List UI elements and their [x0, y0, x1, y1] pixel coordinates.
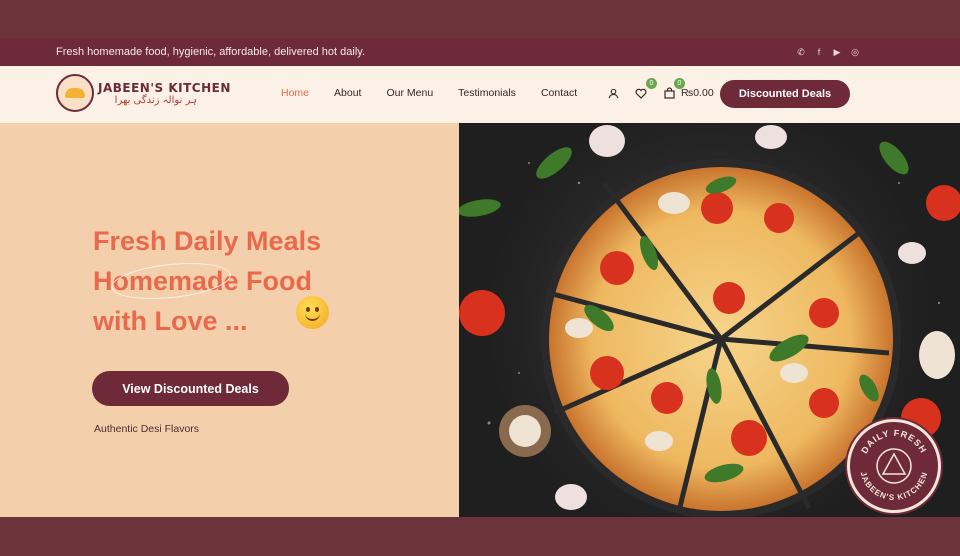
- svg-text:DAILY FRESH: DAILY FRESH: [859, 428, 929, 455]
- cart-count-badge: 0: [674, 78, 685, 89]
- hero-note: Authentic Desi Flavors: [94, 423, 200, 435]
- header-actions: 0 0 ₨0.00: [606, 78, 714, 100]
- wishlist-button[interactable]: 0: [634, 78, 657, 100]
- view-discounted-deals-button[interactable]: View Discounted Deals: [92, 371, 289, 406]
- youtube-icon[interactable]: ▶: [832, 47, 842, 57]
- instagram-icon[interactable]: ◎: [850, 47, 860, 57]
- stamp-bottom-text: JABEEN'S KITCHEN: [859, 471, 929, 503]
- top-announcement-bar: Fresh homemade food, hygienic, affordabl…: [0, 38, 960, 66]
- wishlist-count-badge: 0: [646, 78, 657, 89]
- stamp-top-text: DAILY FRESH: [859, 428, 928, 455]
- shopping-bag-icon: [663, 87, 675, 99]
- nav-about[interactable]: About: [334, 87, 361, 99]
- cart-button[interactable]: 0: [662, 78, 685, 100]
- stamp-artwork: DAILY FRESH JABEEN'S KITCHEN: [859, 428, 930, 503]
- hero-heading-line-1: Fresh Daily Meals: [93, 226, 322, 256]
- svg-text:JABEEN'S KITCHEN: JABEEN'S KITCHEN: [859, 471, 930, 503]
- daily-fresh-stamp: DAILY FRESH JABEEN'S KITCHEN: [847, 419, 941, 513]
- hero-pizza-image: DAILY FRESH JABEEN'S KITCHEN: [459, 123, 960, 517]
- nav-contact[interactable]: Contact: [541, 87, 577, 99]
- account-button[interactable]: [606, 86, 620, 100]
- main-navbar: JABEEN'S KITCHEN ہر نوالہ زندگی بھرا Hom…: [0, 66, 960, 123]
- hero-heading-line-3: with Love ...: [93, 306, 248, 336]
- discounted-deals-button[interactable]: Discounted Deals: [720, 80, 850, 108]
- nav-home[interactable]: Home: [281, 87, 309, 99]
- user-icon: [608, 88, 618, 98]
- hero-heading: Fresh Daily Meals Homemade Food with Lov…: [93, 221, 321, 341]
- cart-total[interactable]: ₨0.00: [681, 87, 714, 99]
- bottom-band: [0, 517, 960, 556]
- brand-name: JABEEN'S KITCHEN: [98, 80, 231, 95]
- site-logo[interactable]: JABEEN'S KITCHEN ہر نوالہ زندگی بھرا: [56, 74, 231, 112]
- facebook-icon[interactable]: f: [814, 47, 824, 57]
- whatsapp-icon[interactable]: ✆: [796, 47, 806, 57]
- nav-testimonials[interactable]: Testimonials: [458, 87, 516, 99]
- pizza-slice-icon: [881, 452, 907, 475]
- announcement-text: Fresh homemade food, hygienic, affordabl…: [56, 46, 365, 58]
- primary-nav: Home About Our Menu Testimonials Contact: [281, 87, 602, 99]
- brand-tagline-urdu: ہر نوالہ زندگی بھرا: [114, 94, 197, 106]
- nav-our-menu[interactable]: Our Menu: [386, 87, 433, 99]
- hero-text-panel: Fresh Daily Meals Homemade Food with Lov…: [0, 123, 459, 517]
- social-links: ✆ f ▶ ◎: [796, 47, 860, 57]
- smiley-emoji-icon: [296, 296, 329, 329]
- logo-emblem-icon: [56, 74, 94, 112]
- heart-icon: [635, 88, 647, 99]
